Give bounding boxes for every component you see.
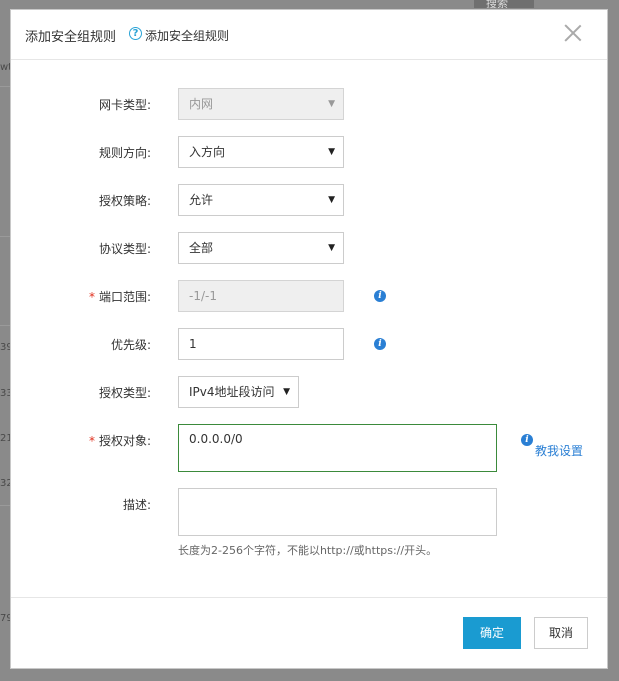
auth-object-value: 0.0.0.0/0 [189, 432, 243, 446]
background-search-button: 搜索 [474, 0, 534, 8]
direction-select[interactable]: 入方向 ▼ [178, 136, 344, 168]
auth-type-value: IPv4地址段访问 [189, 385, 275, 399]
required-asterisk: * [88, 290, 95, 304]
required-asterisk: * [88, 434, 95, 448]
description-label: 描述: [122, 498, 151, 512]
priority-label: 优先级: [110, 338, 151, 352]
help-link[interactable]: 添加安全组规则 [145, 27, 229, 44]
port-range-input: -1/-1 [178, 280, 344, 312]
chevron-down-icon: ▼ [283, 387, 290, 397]
port-range-label-text: 端口范围: [98, 290, 151, 304]
chevron-down-icon: ▼ [328, 147, 335, 157]
auth-object-label-text: 授权对象: [98, 434, 151, 448]
dialog-title: 添加安全组规则 [25, 30, 117, 45]
port-range-label: * 端口范围: [11, 288, 151, 305]
policy-value: 允许 [189, 193, 214, 207]
priority-value: 1 [189, 337, 197, 351]
protocol-value: 全部 [189, 241, 214, 255]
priority-input[interactable]: 1 [178, 328, 344, 360]
policy-label: 授权策略: [98, 194, 151, 208]
chevron-down-icon: ▼ [328, 195, 335, 205]
add-security-rule-dialog: 添加安全组规则 ? 添加安全组规则 网卡类型: 内网 ▼ 规则方向: 入方向 ▼… [10, 9, 608, 669]
port-range-value: -1/-1 [189, 289, 217, 303]
cancel-button[interactable]: 取消 [534, 617, 588, 649]
protocol-select[interactable]: 全部 ▼ [178, 232, 344, 264]
auth-object-label: * 授权对象: [11, 432, 151, 449]
nic-type-value: 内网 [189, 97, 214, 111]
nic-type-select: 内网 ▼ [178, 88, 344, 120]
dialog-footer-divider [11, 597, 607, 598]
chevron-down-icon: ▼ [328, 99, 335, 109]
direction-value: 入方向 [189, 145, 226, 159]
auth-object-textarea[interactable]: 0.0.0.0/0 [178, 424, 497, 472]
auth-type-label: 授权类型: [98, 386, 151, 400]
direction-label: 规则方向: [98, 146, 151, 160]
tutorial-link[interactable]: 教我设置 [535, 442, 583, 459]
description-hint: 长度为2-256个字符，不能以http://或https://开头。 [178, 544, 438, 557]
auth-type-select[interactable]: IPv4地址段访问 ▼ [178, 376, 299, 408]
close-icon[interactable] [564, 24, 582, 42]
info-icon: i [521, 434, 533, 446]
confirm-button[interactable]: 确定 [463, 617, 521, 649]
dialog-header: 添加安全组规则 ? 添加安全组规则 [11, 10, 607, 60]
info-icon[interactable]: i [374, 290, 386, 302]
chevron-down-icon: ▼ [328, 243, 335, 253]
policy-select[interactable]: 允许 ▼ [178, 184, 344, 216]
nic-type-label: 网卡类型: [98, 98, 151, 112]
info-icon[interactable]: i [374, 338, 386, 350]
description-textarea[interactable] [178, 488, 497, 536]
protocol-label: 协议类型: [98, 242, 151, 256]
help-icon[interactable]: ? [129, 27, 142, 40]
